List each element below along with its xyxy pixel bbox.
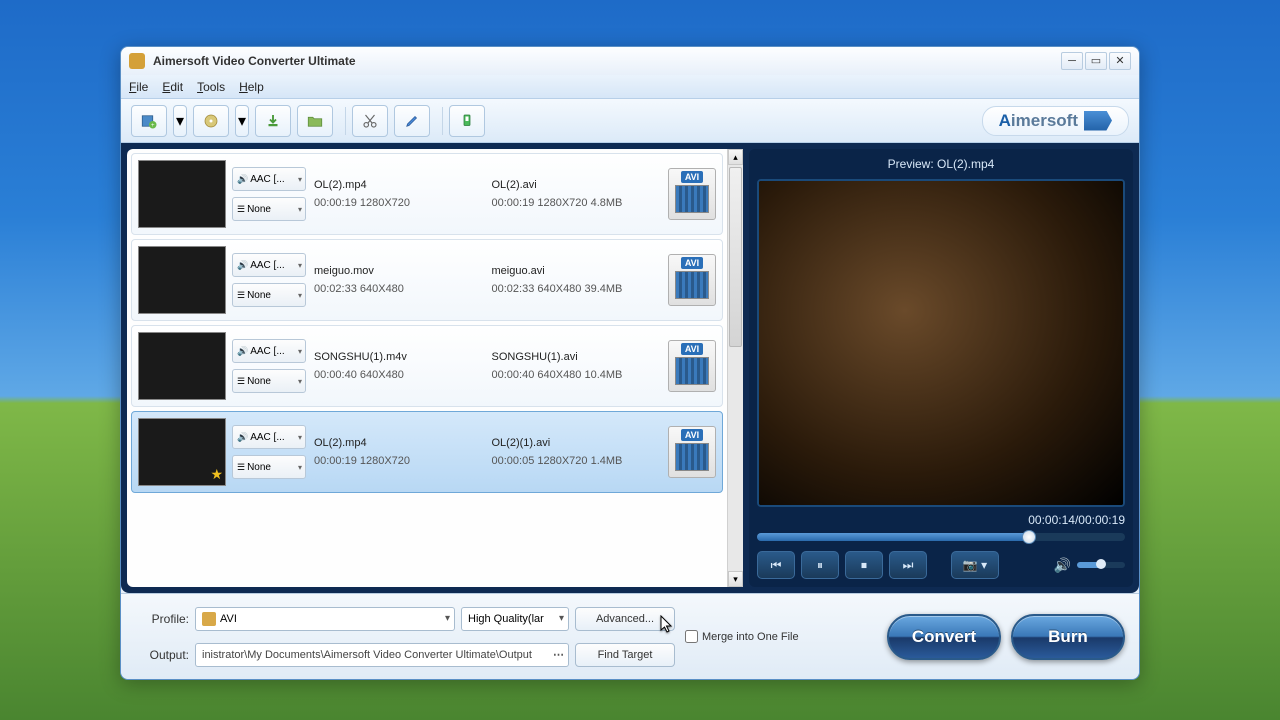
pause-button[interactable]: ⏸ xyxy=(801,551,839,579)
merge-checkbox-row: Merge into One File xyxy=(685,630,799,643)
menu-edit[interactable]: Edit xyxy=(162,80,183,94)
file-list: 🔊AAC [... ☰None OL(2).mp400:00:19 1280X720… xyxy=(127,149,727,587)
edit-button[interactable] xyxy=(394,105,430,137)
audio-track-dropdown[interactable]: 🔊AAC [... xyxy=(232,167,306,191)
file-row[interactable]: 🔊AAC [... ☰None OL(2).mp400:00:19 1280X720… xyxy=(131,153,723,235)
source-info: SONGSHU(1).m4v00:00:40 640X480 xyxy=(314,348,491,384)
add-file-button[interactable]: + xyxy=(131,105,167,137)
seek-knob[interactable] xyxy=(1022,530,1036,544)
preview-video[interactable] xyxy=(757,179,1125,507)
find-target-button[interactable]: Find Target xyxy=(575,643,675,667)
merge-checkbox[interactable] xyxy=(685,630,698,643)
volume-knob[interactable] xyxy=(1096,559,1106,569)
close-button[interactable]: ✕ xyxy=(1109,52,1131,70)
playback-controls: ⏮ ⏸ ⏹ ⏭ 📷 ▾ 🔊 xyxy=(757,551,1125,579)
output-path-field[interactable]: inistrator\My Documents\Aimersoft Video … xyxy=(195,643,569,667)
device-button[interactable] xyxy=(449,105,485,137)
profile-combo[interactable]: AVI xyxy=(195,607,455,631)
output-info: OL(2).avi00:00:19 1280X720 4.8MB xyxy=(491,176,669,212)
app-window: Aimersoft Video Converter Ultimate ─ ▭ ✕… xyxy=(120,46,1140,680)
source-info: OL(2).mp400:00:19 1280X720 xyxy=(314,434,491,470)
window-title: Aimersoft Video Converter Ultimate xyxy=(153,54,1059,68)
toolbar-separator xyxy=(442,107,443,135)
download-button[interactable] xyxy=(255,105,291,137)
maximize-button[interactable]: ▭ xyxy=(1085,52,1107,70)
audio-track-dropdown[interactable]: 🔊AAC [... xyxy=(232,339,306,363)
burn-button[interactable]: Burn xyxy=(1011,614,1125,660)
advanced-button[interactable]: Advanced... xyxy=(575,607,675,631)
subtitle-dropdown[interactable]: ☰None xyxy=(232,197,306,221)
output-label: Output: xyxy=(135,648,189,662)
menu-file[interactable]: File xyxy=(129,80,148,94)
add-file-dropdown[interactable]: ▾ xyxy=(173,105,187,137)
format-badge[interactable]: AVI xyxy=(668,168,716,220)
output-info: meiguo.avi00:02:33 640X480 39.4MB xyxy=(491,262,669,298)
next-button[interactable]: ⏭ xyxy=(889,551,927,579)
toolbar-separator xyxy=(345,107,346,135)
output-info: OL(2)(1).avi00:00:05 1280X720 1.4MB xyxy=(491,434,669,470)
file-thumbnail[interactable] xyxy=(138,160,226,228)
scroll-up-button[interactable]: ▴ xyxy=(728,149,743,165)
bottom-panel: Profile: AVI High Quality(lar Advanced..… xyxy=(121,593,1139,679)
audio-track-dropdown[interactable]: 🔊AAC [... xyxy=(232,425,306,449)
file-thumbnail[interactable] xyxy=(138,246,226,314)
scroll-thumb[interactable] xyxy=(729,167,742,347)
time-display: 00:00:14/00:00:19 xyxy=(757,513,1125,527)
brand-arrow-icon xyxy=(1084,111,1112,131)
action-buttons: Convert Burn xyxy=(887,614,1125,660)
file-row[interactable]: 🔊AAC [... ☰None SONGSHU(1).m4v00:00:40 640… xyxy=(131,325,723,407)
preview-title: Preview: OL(2).mp4 xyxy=(757,157,1125,171)
menu-help[interactable]: Help xyxy=(239,80,264,94)
load-dvd-dropdown[interactable]: ▾ xyxy=(235,105,249,137)
seek-bar[interactable] xyxy=(757,533,1125,541)
quality-combo[interactable]: High Quality(lar xyxy=(461,607,569,631)
merge-label: Merge into One File xyxy=(702,631,799,643)
open-folder-button[interactable] xyxy=(297,105,333,137)
file-list-panel: 🔊AAC [... ☰None OL(2).mp400:00:19 1280X720… xyxy=(127,149,743,587)
toolbar: + ▾ ▾ Aimersoft xyxy=(121,99,1139,143)
format-badge[interactable]: AVI xyxy=(668,254,716,306)
convert-button[interactable]: Convert xyxy=(887,614,1001,660)
brand-logo: Aimersoft xyxy=(982,106,1129,136)
source-info: meiguo.mov00:02:33 640X480 xyxy=(314,262,491,298)
preview-panel: Preview: OL(2).mp4 00:00:14/00:00:19 ⏮ ⏸… xyxy=(749,149,1133,587)
subtitle-dropdown[interactable]: ☰None xyxy=(232,455,306,479)
subtitle-dropdown[interactable]: ☰None xyxy=(232,283,306,307)
titlebar: Aimersoft Video Converter Ultimate ─ ▭ ✕ xyxy=(121,47,1139,75)
prev-button[interactable]: ⏮ xyxy=(757,551,795,579)
content-area: 🔊AAC [... ☰None OL(2).mp400:00:19 1280X720… xyxy=(121,143,1139,593)
stop-button[interactable]: ⏹ xyxy=(845,551,883,579)
app-icon xyxy=(129,53,145,69)
subtitle-dropdown[interactable]: ☰None xyxy=(232,369,306,393)
snapshot-button[interactable]: 📷 ▾ xyxy=(951,551,999,579)
scroll-down-button[interactable]: ▾ xyxy=(728,571,743,587)
output-settings: Profile: AVI High Quality(lar Advanced..… xyxy=(135,605,675,669)
cut-button[interactable] xyxy=(352,105,388,137)
menu-tools[interactable]: Tools xyxy=(197,80,225,94)
output-info: SONGSHU(1).avi00:00:40 640X480 10.4MB xyxy=(491,348,669,384)
file-thumbnail[interactable] xyxy=(138,418,226,486)
svg-text:+: + xyxy=(151,123,155,129)
scrollbar[interactable]: ▴ ▾ xyxy=(727,149,743,587)
load-dvd-button[interactable] xyxy=(193,105,229,137)
profile-label: Profile: xyxy=(135,612,189,626)
minimize-button[interactable]: ─ xyxy=(1061,52,1083,70)
file-thumbnail[interactable] xyxy=(138,332,226,400)
volume-slider[interactable] xyxy=(1077,562,1125,568)
format-badge[interactable]: AVI xyxy=(668,426,716,478)
volume-icon[interactable]: 🔊 xyxy=(1054,557,1071,574)
file-row[interactable]: 🔊AAC [... ☰None OL(2).mp400:00:19 1280X720… xyxy=(131,411,723,493)
file-row[interactable]: 🔊AAC [... ☰None meiguo.mov00:02:33 640X480… xyxy=(131,239,723,321)
source-info: OL(2).mp400:00:19 1280X720 xyxy=(314,176,491,212)
menubar: File Edit Tools Help xyxy=(121,75,1139,99)
audio-track-dropdown[interactable]: 🔊AAC [... xyxy=(232,253,306,277)
format-badge[interactable]: AVI xyxy=(668,340,716,392)
